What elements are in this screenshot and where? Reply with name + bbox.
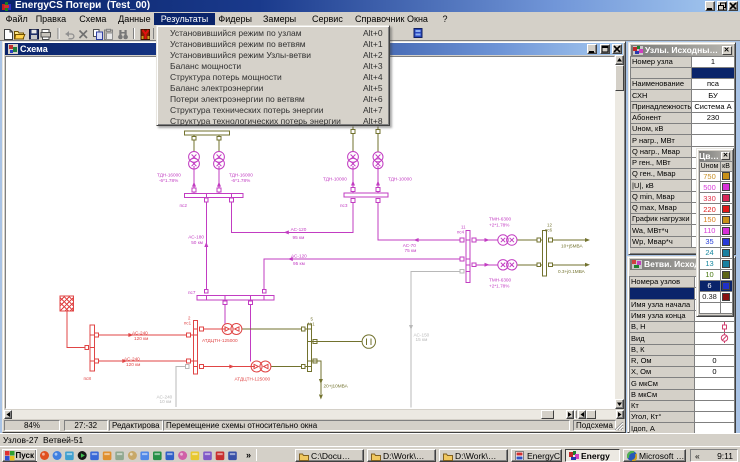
svg-text:95 км: 95 км [293, 235, 305, 240]
svg-text:20+j10МВА: 20+j10МВА [324, 384, 349, 389]
svg-text:ТДН-10000: ТДН-10000 [323, 177, 347, 182]
svg-text:120 км: 120 км [126, 362, 140, 367]
svg-text:0.3+j0.1МВА: 0.3+j0.1МВА [558, 269, 586, 274]
svg-text:пс8: пс8 [84, 376, 92, 381]
svg-text:пс2: пс2 [180, 203, 188, 208]
svg-text:АС-120: АС-120 [291, 254, 307, 259]
svg-text:АТДЦТН-125000: АТДЦТН-125000 [202, 338, 238, 343]
svg-text:10+j5МВА: 10+j5МВА [561, 243, 583, 248]
svg-text:пс1: пс1 [184, 321, 192, 326]
svg-text:75 км: 75 км [405, 248, 417, 253]
svg-text:АС-240: АС-240 [132, 330, 148, 335]
svg-text:+2*1.78%: +2*1.78% [489, 283, 509, 288]
svg-text:пс6: пс6 [545, 227, 553, 232]
svg-text:ТМН-6300: ТМН-6300 [489, 278, 512, 283]
svg-text:+2*1.78%: +2*1.78% [489, 222, 509, 227]
svg-text:10 км: 10 км [160, 399, 172, 404]
svg-text:АС-120: АС-120 [291, 227, 307, 232]
svg-text:пс3: пс3 [340, 203, 348, 208]
svg-text:№1: №1 [308, 322, 316, 327]
svg-text:120 км: 120 км [134, 336, 148, 341]
svg-text:пс7: пс7 [188, 290, 196, 295]
svg-text:50 км: 50 км [191, 240, 203, 245]
svg-text:95 км: 95 км [293, 261, 305, 266]
svg-text:пс4: пс4 [457, 230, 465, 235]
svg-text:15 км: 15 км [416, 337, 428, 342]
svg-text:-6*1.78%: -6*1.78% [231, 178, 250, 183]
svg-text:АТДЦТН-125000: АТДЦТН-125000 [235, 377, 271, 382]
svg-text:ТМН-6300: ТМН-6300 [489, 217, 512, 222]
svg-text:АС-240: АС-240 [124, 356, 140, 361]
svg-text:ТДН-10000: ТДН-10000 [388, 177, 412, 182]
svg-text:-6*1.78%: -6*1.78% [159, 178, 178, 183]
